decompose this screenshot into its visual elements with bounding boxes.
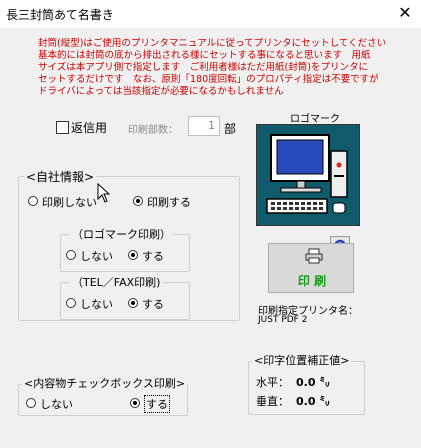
close-button[interactable]: ✕ xyxy=(393,2,417,24)
logo-print-option-yes: する xyxy=(142,250,164,263)
content-checkbox-radio-no[interactable] xyxy=(26,398,36,408)
vertical-value[interactable]: 0.0 ㍉ xyxy=(296,393,330,409)
printer-name: JUST PDF 2 xyxy=(258,315,308,325)
mouse-cursor-icon xyxy=(97,183,111,203)
copies-label: 印刷部数： xyxy=(128,125,178,136)
logo-title: ロゴマーク xyxy=(290,114,340,125)
logo-image[interactable] xyxy=(256,124,360,226)
horizontal-value[interactable]: 0.0 ㍉ xyxy=(296,374,330,390)
window-title: 長三封筒あて名書き xyxy=(6,8,114,22)
vertical-label: 垂直： xyxy=(256,395,289,408)
logo-print-option-no: しない xyxy=(80,250,113,263)
print-button[interactable]: 印 刷 xyxy=(268,243,354,293)
position-correction-title: <印字位置補正値> xyxy=(252,352,352,368)
instruction-notice: 封筒(縦型)はご使用のプリンタマニュアルに従ってプリンタにセットしてください 基… xyxy=(38,38,387,97)
computer-icon xyxy=(266,134,348,214)
company-info-option-no: 印刷しない xyxy=(42,196,97,209)
copies-input[interactable]: 1 xyxy=(188,116,220,136)
content-checkbox-option-yes: する xyxy=(144,395,170,413)
content-checkbox-radio-yes[interactable] xyxy=(130,398,140,408)
logo-print-radio-no[interactable] xyxy=(66,250,76,260)
company-info-title: <自社情報> xyxy=(24,168,97,185)
tel-fax-print-radio-no[interactable] xyxy=(66,298,76,308)
content-checkbox-title: <内容物チェックボックス印刷> xyxy=(22,375,188,391)
copies-unit: 部 xyxy=(224,122,237,136)
printer-icon xyxy=(305,248,323,264)
logo-print-title: （ロゴマーク印刷） xyxy=(70,226,173,242)
print-button-label: 印 刷 xyxy=(297,274,327,288)
company-info-radio-yes[interactable] xyxy=(133,196,143,206)
tel-fax-print-option-yes: する xyxy=(142,298,164,311)
company-info-option-yes: 印刷する xyxy=(147,196,191,209)
logo-print-radio-yes[interactable] xyxy=(128,250,138,260)
tel-fax-print-option-no: しない xyxy=(80,298,113,311)
horizontal-label: 水平： xyxy=(256,376,289,389)
return-mail-checkbox[interactable] xyxy=(56,121,69,134)
content-checkbox-option-no: しない xyxy=(40,398,73,411)
company-info-radio-no[interactable] xyxy=(28,196,38,206)
tel-fax-print-radio-yes[interactable] xyxy=(128,298,138,308)
return-mail-label: 返信用 xyxy=(71,121,108,135)
tel-fax-print-title: （TEL／FAX印刷) xyxy=(70,274,163,290)
